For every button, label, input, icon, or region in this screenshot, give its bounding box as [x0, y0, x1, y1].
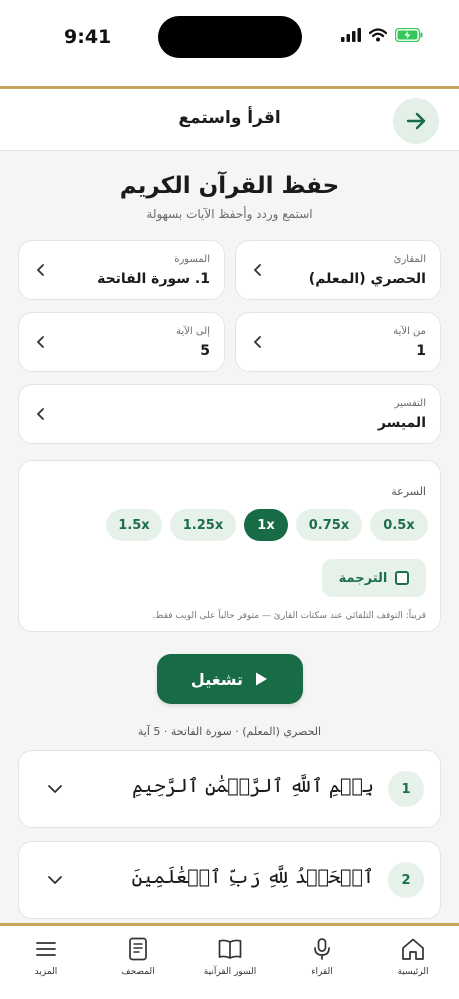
bottom-tab-bar: الرئيسية القراء السور القرآنية المصحف ال…	[0, 926, 459, 999]
chevron-left-icon	[254, 264, 261, 276]
chevron-down-icon[interactable]	[45, 870, 65, 890]
tab-mushaf-label: المصحف	[121, 967, 155, 977]
chevron-left-icon	[37, 408, 44, 420]
menu-icon	[36, 942, 56, 956]
reciter-select[interactable]: المقارئ الحصري (المعلم)	[235, 240, 441, 300]
play-button[interactable]: تشغيل	[157, 654, 303, 704]
speed-option-1x[interactable]: 1x	[244, 509, 288, 541]
translation-toggle[interactable]: الترجمة	[322, 559, 426, 597]
chevron-left-icon	[37, 336, 44, 348]
app-header: اقرأ واستمع	[0, 89, 459, 151]
reciter-value: الحصري (المعلم)	[308, 271, 426, 287]
document-icon	[129, 937, 147, 961]
chevron-left-icon	[37, 264, 44, 276]
tab-reciters[interactable]: القراء	[276, 936, 368, 986]
from-ayah-value: 1	[416, 343, 426, 359]
ayah-card[interactable]: 1 بِسۡمِ ٱللَّهِ ٱلرَّحۡمَٰنِ ٱلرَّحِيمِ	[18, 750, 441, 828]
speed-option-1.5x[interactable]: 1.5x	[106, 509, 162, 541]
tab-more-label: المزيد	[34, 967, 58, 977]
speed-option-0.5x[interactable]: 0.5x	[370, 509, 428, 541]
ayah-number: 2	[388, 862, 424, 898]
playback-options-card: السرعة 1.5x 1.25x 1x 0.75x 0.5x الترجمة …	[18, 460, 441, 632]
microphone-icon	[314, 938, 330, 960]
play-icon	[256, 672, 268, 686]
signal-icon	[341, 28, 361, 42]
status-time: 9:41	[64, 26, 112, 48]
arrow-right-icon	[406, 112, 426, 130]
selection-summary: الحصري (المعلم) · سورة الفاتحة · 5 آية	[137, 725, 322, 738]
home-icon	[402, 938, 424, 960]
surah-select[interactable]: المسورة 1. سورة الفاتحة	[18, 240, 225, 300]
speed-option-1.25x[interactable]: 1.25x	[170, 509, 236, 541]
surah-value: 1. سورة الفاتحة	[97, 271, 210, 287]
play-label: تشغيل	[190, 669, 244, 689]
tab-surahs[interactable]: السور القرآنية	[184, 936, 276, 986]
page-title: حفظ القرآن الكريم	[119, 173, 340, 199]
tafsir-label: التفسير	[394, 398, 426, 409]
tafsir-select[interactable]: التفسير الميسر	[18, 384, 441, 444]
tab-surahs-label: السور القرآنية	[203, 967, 257, 977]
to-ayah-select[interactable]: إلى الآية 5	[18, 312, 225, 372]
dynamic-island	[158, 16, 302, 58]
status-bar: 9:41	[0, 0, 459, 86]
tab-home-label: الرئيسية	[397, 967, 429, 977]
translation-label: الترجمة	[338, 570, 388, 586]
speed-options: 1.5x 1.25x 1x 0.75x 0.5x	[106, 509, 428, 541]
ayah-number: 1	[388, 771, 424, 807]
header-title: اقرأ واستمع	[178, 108, 281, 128]
speed-option-0.75x[interactable]: 0.75x	[296, 509, 362, 541]
wifi-icon	[369, 28, 387, 42]
speed-label: السرعة	[391, 485, 426, 498]
tab-more[interactable]: المزيد	[0, 936, 92, 986]
book-open-icon	[218, 939, 242, 959]
chevron-down-icon[interactable]	[45, 779, 65, 799]
from-ayah-select[interactable]: من الآية 1	[235, 312, 441, 372]
tab-mushaf[interactable]: المصحف	[92, 936, 184, 986]
from-ayah-label: من الآية	[393, 326, 426, 337]
ayah-card[interactable]: 2 ٱلۡحَمۡدُ لِلَّهِ رَبِّ ٱلۡعَٰلَمِينَ	[18, 841, 441, 919]
reciter-label: المقارئ	[393, 254, 426, 265]
tab-home[interactable]: الرئيسية	[367, 936, 459, 986]
auto-pause-hint: قريباً: التوقف التلقائي عند سكتات القارئ…	[152, 611, 426, 621]
page-subtitle: استمع وردد وأحفظ الآيات بسهولة	[146, 207, 313, 221]
surah-label: المسورة	[174, 254, 210, 265]
ayah-text: ٱلۡحَمۡدُ لِلَّهِ رَبِّ ٱلۡعَٰلَمِينَ	[131, 866, 374, 888]
to-ayah-value: 5	[200, 343, 210, 359]
tafsir-value: الميسر	[377, 415, 426, 431]
back-button[interactable]	[393, 98, 439, 144]
status-icons	[341, 28, 423, 42]
ayah-text: بِسۡمِ ٱللَّهِ ٱلرَّحۡمَٰنِ ٱلرَّحِيمِ	[132, 775, 374, 797]
battery-charging-icon	[395, 28, 423, 42]
tab-reciters-label: القراء	[311, 967, 333, 977]
main-content: حفظ القرآن الكريم استمع وردد وأحفظ الآيا…	[0, 151, 459, 923]
chevron-left-icon	[254, 336, 261, 348]
to-ayah-label: إلى الآية	[176, 326, 210, 337]
translation-checkbox[interactable]	[395, 571, 410, 585]
